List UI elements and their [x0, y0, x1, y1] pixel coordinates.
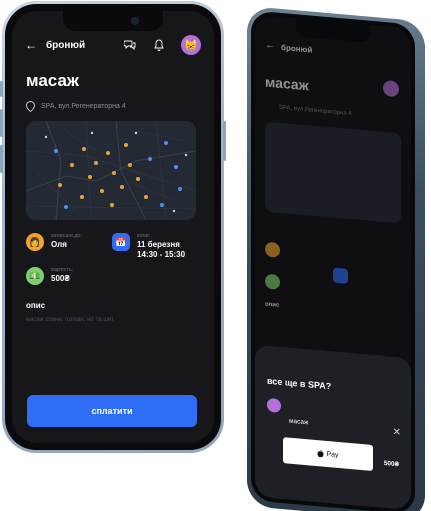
date-value: 11 березня — [137, 240, 180, 249]
sheet-heading: все ще в SPA? — [267, 375, 332, 392]
app-header: ← бронюй 😸 — [12, 33, 214, 63]
money-icon — [265, 273, 280, 290]
back-arrow-icon: ← — [265, 39, 275, 52]
money-icon: 💵 — [26, 267, 44, 285]
master-avatar: 👩 — [26, 233, 44, 251]
master-info: 👩 записані до: Оля — [26, 233, 82, 251]
calendar-icon: 📅 — [112, 233, 130, 251]
bell-icon[interactable] — [153, 39, 165, 51]
master-avatar — [265, 241, 280, 258]
price-label: вартість: — [51, 267, 74, 273]
address-text: SPA, вул.Регенераторна 4 — [279, 104, 352, 118]
time-value: 14:30 - 15:30 — [137, 250, 186, 259]
device-mockup-stage: ← бронюй 😸 масаж SPA, вул.Регенераторна … — [0, 0, 431, 511]
page-title: масаж — [26, 71, 79, 90]
user-avatar[interactable]: 😸 — [181, 35, 201, 55]
user-avatar — [267, 397, 281, 413]
calendar-icon — [333, 267, 348, 284]
price-info: 💵 вартість: 500₴ — [26, 267, 73, 285]
phone-notch — [63, 11, 163, 31]
page-title: масаж — [265, 73, 309, 94]
side-button — [223, 121, 226, 161]
camera-icon — [131, 17, 139, 25]
address-text: SPA, вул.Регенераторна 4 — [41, 102, 126, 110]
apple-logo-icon — [317, 449, 324, 458]
description-heading: опис — [26, 301, 46, 310]
description-text: масаж спини, голови, ніг та шиї — [26, 317, 114, 323]
apple-pay-label: Pay — [326, 450, 339, 459]
side-button — [0, 81, 3, 97]
master-label: записані до: — [51, 233, 83, 239]
description-heading: опис — [265, 301, 280, 309]
user-avatar — [383, 79, 399, 98]
pay-button[interactable]: сплатити — [27, 395, 197, 427]
back-arrow-icon[interactable]: ← — [25, 38, 37, 52]
location-map — [265, 121, 401, 224]
price-value: 500₴ — [51, 274, 70, 283]
address-row[interactable]: SPA, вул.Регенераторна 4 — [26, 99, 126, 113]
header-title: бронюй — [281, 42, 313, 55]
master-name: Оля — [51, 240, 67, 249]
payment-sheet-screen: ← бронюй масаж SPA, вул.Регенераторна 4 … — [255, 14, 411, 511]
location-pin-icon — [26, 100, 35, 112]
chat-bubbles-icon[interactable] — [124, 39, 136, 51]
sheet-price: 500₴ — [383, 459, 399, 469]
header-title: бронюй — [46, 40, 86, 51]
side-button — [0, 145, 3, 173]
close-icon[interactable]: ✕ — [393, 427, 401, 439]
phone-back: ← бронюй масаж SPA, вул.Регенераторна 4 … — [247, 6, 425, 511]
date-label: коли: — [137, 233, 151, 239]
sheet-item: масаж — [289, 417, 309, 427]
location-map[interactable] — [26, 121, 196, 220]
bottom-sheet: все ще в SPA? масаж ✕ 500₴ — [255, 344, 411, 511]
booking-screen: ← бронюй 😸 масаж SPA, вул.Регенераторна … — [12, 11, 214, 443]
side-button — [0, 109, 3, 137]
phone-front: ← бронюй 😸 масаж SPA, вул.Регенераторна … — [0, 1, 226, 453]
date-info: 📅 коли: 11 березня 14:30 - 15:30 — [112, 233, 185, 260]
